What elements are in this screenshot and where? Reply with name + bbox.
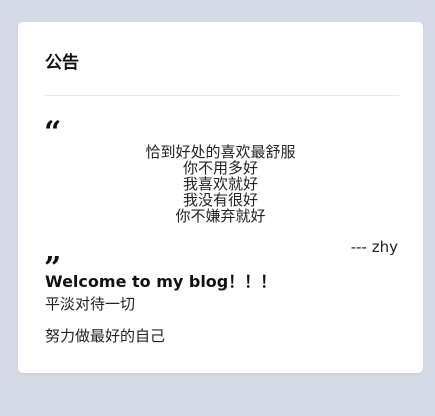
quote-line: 我喜欢就好 bbox=[182, 175, 258, 193]
quote-author: --- zhy bbox=[350, 238, 398, 256]
quote-line: 你不嫌弃就好 bbox=[175, 207, 266, 225]
divider bbox=[44, 95, 399, 96]
quote-line: 你不用多好 bbox=[182, 159, 258, 177]
card-title: 公告 bbox=[45, 53, 79, 73]
quote-line: 我没有很好 bbox=[182, 191, 258, 209]
note-text: 努力做最好的自己 bbox=[45, 327, 166, 345]
quote-line: 恰到好处的喜欢最舒服 bbox=[145, 143, 296, 161]
welcome-heading: Welcome to my blog！！！ bbox=[45, 272, 277, 291]
note-text: 平淡对待一切 bbox=[45, 295, 136, 313]
announcement-card: 公告 “ 恰到好处的喜欢最舒服 你不用多好 我喜欢就好 我没有很好 你不嫌弃就好… bbox=[18, 22, 423, 373]
quote-text: 恰到好处的喜欢最舒服 你不用多好 我喜欢就好 我没有很好 你不嫌弃就好 bbox=[18, 144, 423, 224]
